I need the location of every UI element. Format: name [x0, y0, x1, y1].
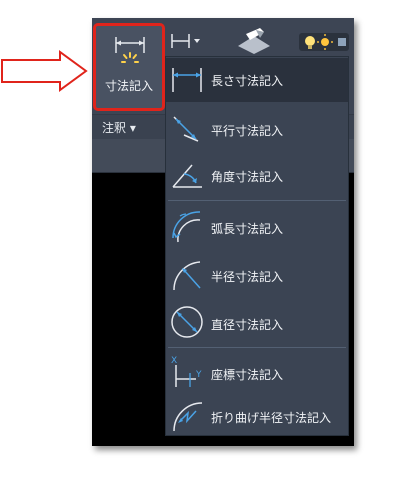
menu-separator	[168, 347, 346, 348]
menu-item-label: 平行寸法記入	[211, 124, 284, 138]
menu-item-label: 折り曲げ半径寸法記入	[211, 411, 332, 425]
linear-dimension-small-icon[interactable]	[169, 30, 203, 52]
angular-dimension-icon	[172, 164, 202, 188]
menu-item-label: 座標寸法記入	[211, 368, 284, 382]
callout-arrow-icon	[1, 50, 88, 92]
menu-item-label: 直径寸法記入	[211, 318, 284, 332]
menu-separator	[168, 200, 346, 201]
menu-item-ordinate[interactable]: X Y 座標寸法記入	[166, 349, 348, 395]
jogged-radius-dimension-icon	[173, 402, 203, 432]
menu-item-label: 弧長寸法記入	[211, 222, 284, 236]
arc-length-dimension-icon	[172, 211, 201, 243]
menu-item-linear[interactable]: 長さ寸法記入	[166, 58, 348, 102]
menu-item-label: 半径寸法記入	[211, 270, 284, 284]
menu-item-radius[interactable]: 半径寸法記入	[166, 250, 348, 298]
layer-lightbulb-icon[interactable]	[298, 31, 350, 53]
linear-dimension-icon	[115, 37, 145, 63]
aligned-dimension-icon	[173, 116, 199, 142]
menu-item-aligned[interactable]: 平行寸法記入	[166, 105, 348, 151]
menu-item-angular[interactable]: 角度寸法記入	[166, 151, 348, 197]
dimension-style-icon[interactable]	[234, 28, 274, 56]
linear-dimension-icon	[172, 68, 202, 92]
dimension-button[interactable]: 寸法記入	[93, 23, 165, 111]
annotation-panel-label[interactable]: 注釈 ▾	[102, 119, 136, 136]
ordinate-dimension-icon: X Y	[171, 356, 202, 387]
menu-item-jogged-radius[interactable]: 折り曲げ半径寸法記入	[166, 395, 348, 435]
diameter-dimension-icon	[171, 306, 203, 338]
dimension-dropdown-menu: 長さ寸法記入 平行寸法記入 角度寸法記入 弧長寸法記入 半径寸法記入 直径寸法記…	[165, 56, 349, 436]
menu-item-label: 長さ寸法記入	[211, 74, 284, 88]
svg-text:X: X	[171, 356, 177, 366]
dimension-button-label: 寸法記入	[104, 79, 153, 93]
svg-text:Y: Y	[195, 370, 202, 380]
menu-item-label: 角度寸法記入	[211, 170, 284, 184]
menu-item-diameter[interactable]: 直径寸法記入	[166, 298, 348, 346]
menu-item-arc-length[interactable]: 弧長寸法記入	[166, 202, 348, 250]
radius-dimension-icon	[173, 261, 201, 291]
